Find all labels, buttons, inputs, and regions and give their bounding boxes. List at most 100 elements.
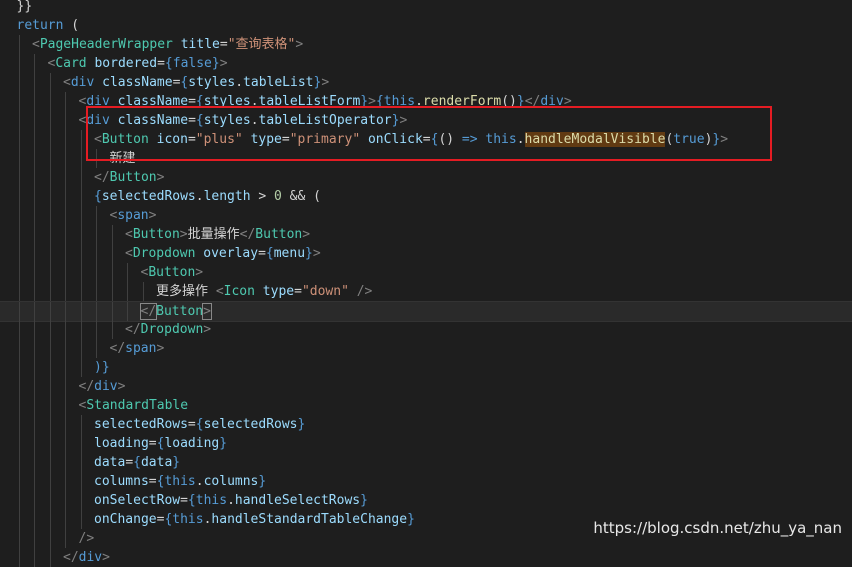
indent-guide [34, 206, 35, 225]
indent-guide [49, 244, 51, 263]
code-token: Button [148, 265, 196, 280]
indent-guide [65, 529, 66, 548]
code-token: > [203, 322, 212, 337]
indent-guide [34, 453, 35, 472]
indent-guide [34, 244, 35, 263]
code-token: ( [63, 18, 80, 33]
code-token: "down" [301, 284, 349, 299]
code-line[interactable]: </span> [0, 339, 852, 358]
indent-guide [18, 187, 20, 206]
indent-guide [49, 491, 51, 510]
code-token: Button [255, 227, 303, 242]
indent-guide [34, 168, 35, 187]
indent-guide [18, 302, 20, 321]
code-token: < [63, 75, 71, 90]
indent-guide [49, 510, 51, 529]
code-token: = [157, 56, 165, 71]
indent-guide [49, 73, 51, 92]
code-token: { [94, 189, 102, 204]
code-line[interactable]: 更多操作 <Icon type="down" /> [0, 282, 852, 301]
indent-guide [111, 320, 113, 339]
indent-guide [18, 320, 20, 339]
indent-guide [65, 282, 66, 301]
code-token: Icon [223, 284, 255, 299]
code-line[interactable]: <Button> [0, 263, 852, 282]
code-line[interactable]: <Dropdown overlay={menu}> [0, 244, 852, 263]
code-line[interactable]: </div> [0, 548, 852, 567]
indent-guide [18, 491, 20, 510]
indent-guide [18, 339, 20, 358]
code-line[interactable]: </div> [0, 377, 852, 396]
code-line[interactable]: selectedRows={selectedRows} [0, 415, 852, 434]
indent-guide [96, 206, 97, 225]
code-token: . [227, 493, 235, 508]
code-editor[interactable]: }} return (<PageHeaderWrapper title="查询表格… [0, 0, 852, 567]
indent-guide [18, 510, 20, 529]
indent-guide [65, 377, 66, 396]
indent-guide [34, 548, 35, 567]
indent-guide [34, 149, 35, 168]
indent-guide [49, 302, 51, 321]
indent-guide [49, 320, 51, 339]
code-line[interactable]: <span> [0, 206, 852, 225]
indent-guide [80, 168, 82, 187]
indent-guide [18, 149, 20, 168]
code-line[interactable]: onSelectRow={this.handleSelectRows} [0, 491, 852, 510]
indent-guide [34, 225, 35, 244]
code-line[interactable]: return ( [0, 16, 852, 35]
code-token: div [78, 550, 103, 565]
code-token: . [235, 75, 244, 90]
code-token: type [262, 284, 295, 299]
indent-guide [65, 491, 66, 510]
code-line[interactable]: }} [0, 0, 852, 16]
indent-guide [65, 472, 66, 491]
code-token: handleStandardTableChange [211, 512, 408, 527]
indent-guide [111, 244, 113, 263]
indent-guide [34, 510, 35, 529]
indent-guide [49, 263, 51, 282]
code-line[interactable]: </Button> [0, 168, 852, 187]
code-line[interactable]: columns={this.columns} [0, 472, 852, 491]
indent-guide [142, 282, 144, 301]
code-token: > [312, 246, 321, 261]
indent-guide [34, 320, 35, 339]
code-line[interactable]: )} [0, 358, 852, 377]
indent-guide [80, 434, 82, 453]
indent-guide [80, 263, 82, 282]
code-line[interactable]: <Card bordered={false}> [0, 54, 852, 73]
indent-guide [65, 225, 66, 244]
code-token: { [187, 493, 196, 508]
indent-guide [18, 396, 20, 415]
code-line[interactable]: </Dropdown> [0, 320, 852, 339]
code-token: </ [239, 227, 256, 242]
code-token: columns [94, 474, 149, 489]
code-line[interactable]: <Button>批量操作</Button> [0, 225, 852, 244]
indent-guide [49, 111, 51, 130]
indent-guide [18, 35, 20, 54]
indent-guide [34, 111, 35, 130]
code-token: } [297, 417, 306, 432]
code-line[interactable]: <div className={styles.tableList}> [0, 73, 852, 92]
indent-guide [34, 282, 35, 301]
indent-guide [80, 510, 82, 529]
indent-guide [18, 92, 20, 111]
indent-guide [34, 263, 35, 282]
code-line[interactable]: <PageHeaderWrapper title="查询表格"> [0, 35, 852, 54]
indent-guide [18, 529, 20, 548]
code-token: styles [188, 75, 236, 90]
code-token: PageHeaderWrapper [39, 37, 173, 52]
code-line[interactable]: data={data} [0, 453, 852, 472]
indent-guide [18, 263, 20, 282]
indent-guide [49, 92, 51, 111]
code-token: overlay [203, 246, 259, 261]
code-line[interactable]: <StandardTable [0, 396, 852, 415]
code-line[interactable]: loading={loading} [0, 434, 852, 453]
code-token: this [172, 512, 204, 527]
code-line[interactable]: </Button> [0, 301, 852, 322]
indent-guide [49, 377, 51, 396]
code-line[interactable]: {selectedRows.length > 0 && ( [0, 187, 852, 206]
indent-guide [18, 54, 20, 73]
indent-guide [65, 187, 66, 206]
indent-guide [18, 168, 20, 187]
indent-guide [49, 339, 51, 358]
